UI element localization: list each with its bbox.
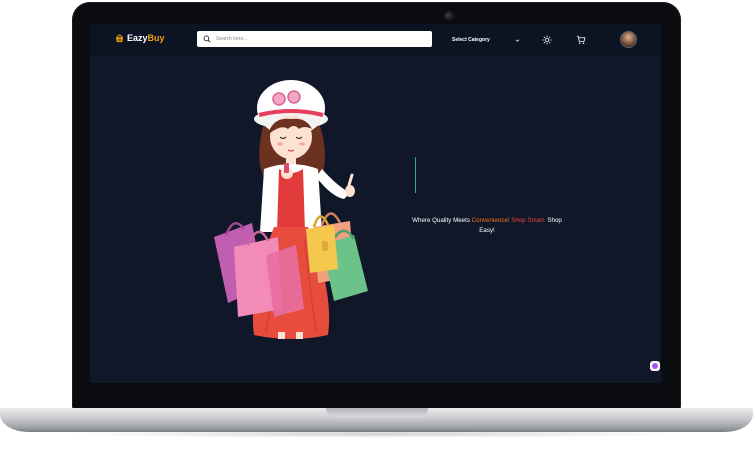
shopping-girl-illustration <box>214 80 368 339</box>
chat-bubble-icon <box>652 363 658 369</box>
user-avatar[interactable] <box>621 32 636 47</box>
chat-button[interactable] <box>650 361 660 371</box>
laptop-mockup: EazyBuy Select Category <box>0 0 753 450</box>
app-screen: EazyBuy Select Category <box>90 24 661 383</box>
sun-icon <box>541 34 552 45</box>
brand-logo[interactable]: Eazy Buy <box>115 33 165 43</box>
cart-icon <box>576 35 585 44</box>
cart-button[interactable] <box>575 34 586 45</box>
category-select[interactable]: Select Category <box>452 35 520 45</box>
search-input[interactable] <box>216 36 416 42</box>
chevron-down-icon <box>515 39 520 42</box>
theme-toggle-button[interactable] <box>541 34 552 45</box>
search-icon[interactable] <box>203 35 211 43</box>
hero-tagline: Where Quality Meets Convenience! Shop Sm… <box>406 216 568 236</box>
tagline-highlight-convenience: Convenience! <box>471 217 510 224</box>
search-bar <box>197 31 432 47</box>
basket-icon <box>115 33 124 42</box>
logo-text-buy: Buy <box>147 33 165 43</box>
laptop-shadow <box>60 430 693 438</box>
tagline-text: Where Quality Meets <box>412 217 472 224</box>
tagline-highlight-shop-smart: Shop Smart. <box>511 217 546 224</box>
category-select-label: Select Category <box>452 37 490 43</box>
navbar: EazyBuy Select Category <box>90 24 661 56</box>
webcam <box>445 12 453 20</box>
typing-cursor <box>415 157 416 193</box>
logo-text-eazy: Eazy <box>127 33 148 43</box>
laptop-base-notch <box>326 408 428 417</box>
